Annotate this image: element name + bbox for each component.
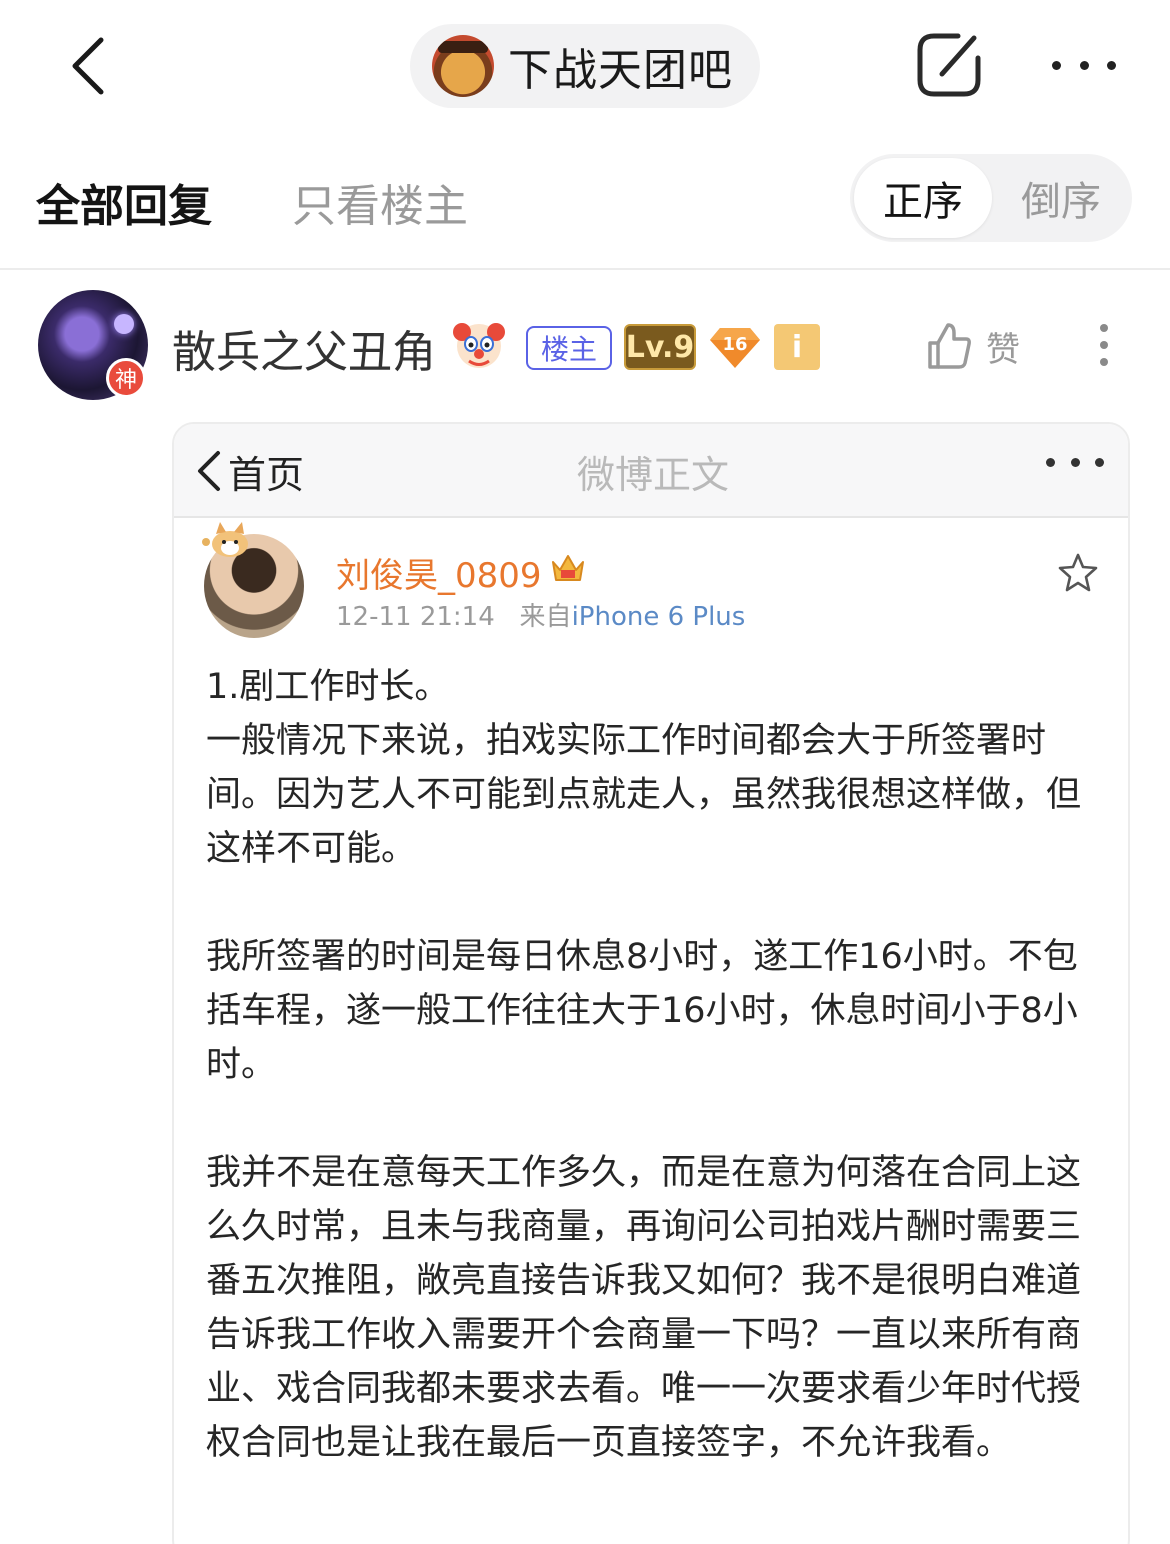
weibo-time: 12-11 21:14 — [336, 602, 495, 632]
back-button[interactable] — [58, 30, 118, 102]
more-horizontal-icon — [1046, 458, 1104, 470]
edit-button[interactable] — [912, 28, 986, 102]
forum-avatar — [432, 35, 494, 97]
more-options-button[interactable] — [1046, 40, 1122, 90]
weibo-paragraph: 我所签署的时间是每日休息8小时，遂工作16小时。不包括车程，遂一般工作往往大于1… — [206, 937, 1078, 1085]
weibo-paragraph: 我并不是在意每天工作多久，而是在意为何落在合同上这么久时常，且未与我商量，再询问… — [206, 1153, 1082, 1463]
clown-emoji-icon — [453, 323, 505, 368]
chevron-left-icon — [72, 37, 104, 95]
star-icon — [1058, 553, 1098, 592]
tab-host-only[interactable]: 只看楼主 — [292, 170, 468, 234]
weibo-meta: 12-11 21:14 来自iPhone 6 Plus — [336, 596, 745, 633]
like-label: 赞 — [986, 329, 1020, 370]
host-tag: 楼主 — [526, 326, 612, 370]
post-more-button[interactable] — [1090, 318, 1118, 372]
weibo-body: 1.剧工作时长。 一般情况下来说，拍戏实际工作时间都会大于所签署时间。因为艺人不… — [206, 660, 1106, 1470]
more-dot-icon — [1079, 60, 1089, 70]
reply-filter-bar: 全部回复 只看楼主 正序 倒序 — [0, 150, 1170, 246]
edit-icon — [917, 33, 981, 97]
divider — [0, 268, 1170, 270]
crown-icon — [552, 555, 584, 581]
sort-order-toggle: 正序 倒序 — [850, 154, 1132, 242]
forum-name: 下战天团吧 — [508, 45, 733, 96]
weibo-source: iPhone 6 Plus — [571, 602, 746, 632]
god-badge: 神 — [106, 358, 146, 398]
like-button[interactable]: 赞 — [926, 318, 1036, 374]
tab-all-replies[interactable]: 全部回复 — [36, 170, 212, 234]
sort-ascending-button[interactable]: 正序 — [854, 158, 992, 238]
embedded-screenshot[interactable]: 首页 微博正文 刘俊昊_0809 12-11 21:14 来自iPhone 6 … — [172, 422, 1130, 1544]
post-author-name[interactable]: 散兵之父丑角 — [172, 316, 436, 380]
weibo-paragraph-gap — [206, 876, 1106, 930]
weibo-nav-title: 微博正文 — [576, 453, 729, 497]
thumbs-up-icon — [928, 323, 971, 369]
level-badge: Lv.9 — [624, 324, 696, 370]
dog-sticker-icon — [202, 522, 248, 557]
weibo-paragraph: 1.剧工作时长。 — [206, 667, 450, 707]
info-badge: i — [774, 324, 820, 370]
forum-title-pill[interactable]: 下战天团吧 — [410, 24, 760, 108]
weibo-username: 刘俊昊_0809 — [336, 556, 542, 596]
weibo-source-prefix: 来自 — [519, 602, 572, 632]
weibo-paragraph-gap — [206, 1092, 1106, 1146]
vip-level-badge: 16 — [708, 324, 762, 370]
weibo-paragraph: 一般情况下来说，拍戏实际工作时间都会大于所签署时间。因为艺人不可能到点就走人，虽… — [206, 721, 1082, 869]
more-dot-icon — [1107, 60, 1116, 70]
weibo-nav-bar: 首页 微博正文 — [174, 424, 1128, 518]
top-bar: 下战天团吧 — [0, 0, 1170, 130]
more-dot-icon — [1052, 60, 1061, 70]
sort-descending-button[interactable]: 倒序 — [992, 158, 1130, 238]
